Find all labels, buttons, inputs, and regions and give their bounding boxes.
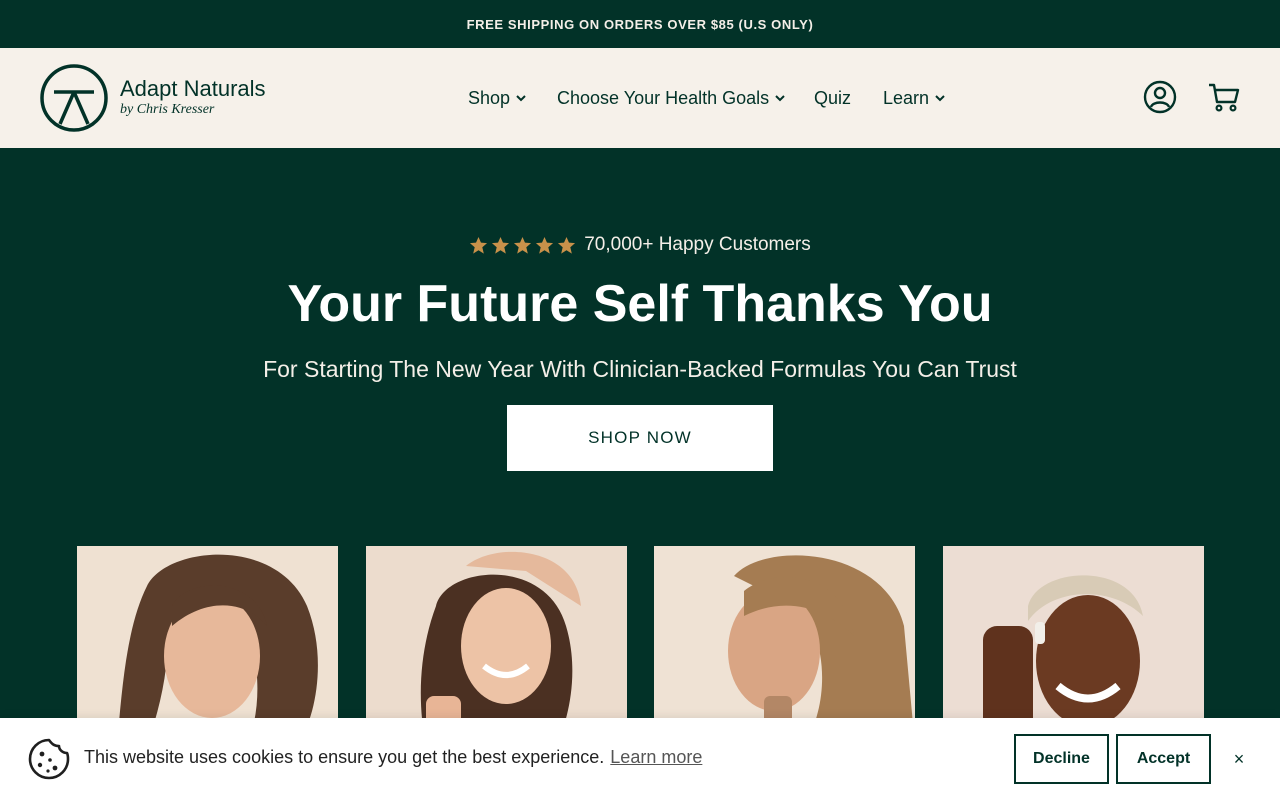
nav-item-shop[interactable]: Shop bbox=[468, 86, 527, 110]
close-icon[interactable]: × bbox=[1226, 746, 1252, 772]
hero-rating: 70,000+ Happy Customers bbox=[0, 230, 1280, 260]
site-header: Adapt Naturals by Chris Kresser Shop Cho… bbox=[0, 48, 1280, 148]
star-icon bbox=[514, 236, 532, 254]
star-rating bbox=[469, 236, 576, 255]
customer-photo bbox=[366, 546, 627, 746]
account-button[interactable] bbox=[1141, 78, 1179, 116]
cart-icon bbox=[1209, 83, 1240, 112]
cart-button[interactable] bbox=[1205, 78, 1243, 116]
customer-photo bbox=[654, 546, 915, 746]
nav-label: Choose Your Health Goals bbox=[557, 87, 770, 108]
accept-button[interactable]: Accept bbox=[1116, 734, 1211, 784]
logo-name: Adapt Naturals bbox=[120, 76, 266, 101]
nav-item-quiz[interactable]: Quiz bbox=[814, 86, 851, 110]
rating-text: 70,000+ Happy Customers bbox=[584, 234, 811, 255]
announcement-text: FREE SHIPPING ON ORDERS OVER $85 (U.S ON… bbox=[466, 16, 814, 32]
cookie-message: This website uses cookies to ensure you … bbox=[84, 747, 702, 768]
cookie-message-text: This website uses cookies to ensure you … bbox=[84, 747, 605, 767]
customer-photo bbox=[943, 546, 1204, 746]
account-icon bbox=[1143, 80, 1177, 114]
chevron-down-icon bbox=[775, 95, 785, 102]
star-icon bbox=[536, 236, 554, 254]
cookie-icon bbox=[28, 738, 70, 780]
nav-label: Learn bbox=[883, 87, 930, 108]
cookie-banner: This website uses cookies to ensure you … bbox=[0, 718, 1280, 800]
shop-now-button[interactable]: SHOP NOW bbox=[507, 405, 773, 471]
announcement-bar: FREE SHIPPING ON ORDERS OVER $85 (U.S ON… bbox=[0, 0, 1280, 48]
logo[interactable]: Adapt Naturals by Chris Kresser bbox=[40, 64, 280, 132]
hero-title: Your Future Self Thanks You bbox=[287, 275, 993, 333]
chevron-down-icon bbox=[516, 95, 526, 102]
decline-button[interactable]: Decline bbox=[1014, 734, 1109, 784]
nav-item-learn[interactable]: Learn bbox=[883, 86, 946, 110]
star-icon bbox=[470, 236, 488, 254]
nav-label: Shop bbox=[468, 87, 511, 108]
learn-more-link[interactable]: Learn more bbox=[610, 747, 702, 767]
nav-label: Quiz bbox=[814, 87, 852, 108]
chevron-down-icon bbox=[935, 95, 945, 102]
logo-mark-icon bbox=[40, 64, 108, 132]
nav-item-health-goals[interactable]: Choose Your Health Goals bbox=[557, 86, 786, 110]
hero-subtitle: For Starting The New Year With Clinician… bbox=[263, 356, 1017, 382]
star-icon bbox=[492, 236, 510, 254]
star-icon bbox=[558, 236, 576, 254]
customer-photo bbox=[77, 546, 338, 746]
logo-byline: by Chris Kresser bbox=[120, 102, 215, 117]
